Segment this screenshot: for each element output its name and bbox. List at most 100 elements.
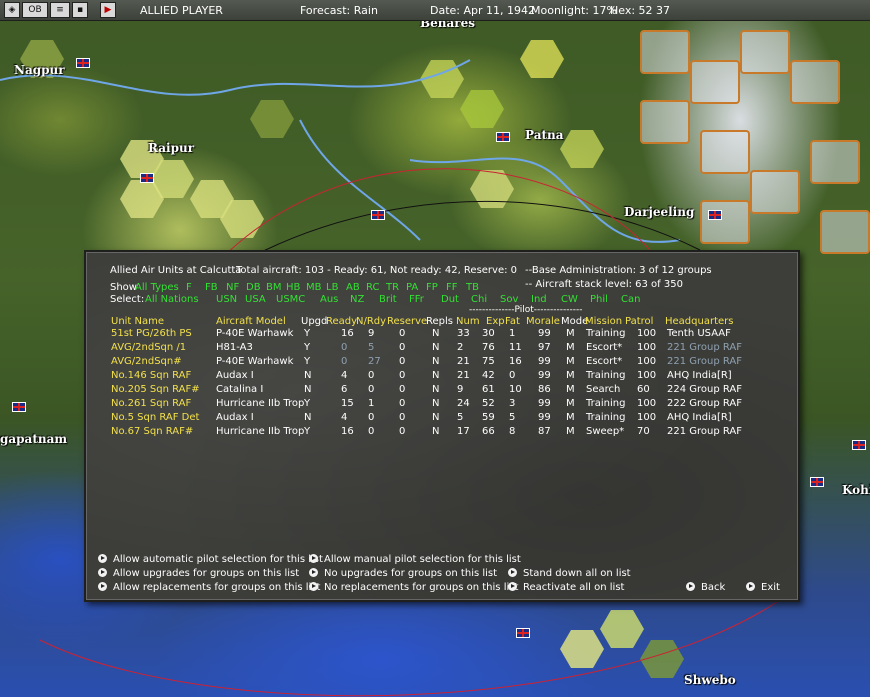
back-button[interactable]: Back [686,582,725,594]
table-row[interactable]: 51st PG/26th PS P-40E Warhawk Y 16 9 0 N 33 30 1 9… [86,328,798,342]
cell-exp: 75 [482,356,495,367]
allow-upgrades-button[interactable]: Allow upgrades for groups on this list [98,568,299,580]
cell-mission: Training [586,412,626,423]
cell-morale: 99 [538,370,551,381]
stand-down-button[interactable]: Stand down all on list [508,568,631,580]
cell-unit-name[interactable]: No.5 Sqn RAF Det [111,412,199,424]
col-ready[interactable]: Ready [326,316,357,328]
filter-type-f[interactable]: F [186,282,192,294]
col-fat[interactable]: Fat [505,316,520,328]
cell-upgd: Y [304,426,311,437]
filter-type-rc[interactable]: RC [366,282,379,294]
table-row[interactable]: AVG/2ndSqn# P-40E Warhawk Y 0 27 0 N 21 75 16 99 M E… [86,356,798,370]
city-label[interactable]: Kohi [842,483,870,497]
cell-reserve: 0 [399,412,406,423]
list-icon[interactable]: ≡ [50,2,70,18]
filter-type-ab[interactable]: AB [346,282,360,294]
col-aircraft-model[interactable]: Aircraft Model [216,316,286,328]
filter-nation-phil[interactable]: Phil [590,294,608,306]
cell-mission: Escort* [586,356,623,367]
city-label[interactable]: Patna [525,128,564,142]
table-row[interactable]: No.146 Sqn RAF Audax I N 4 0 0 N 21 42 0 99 M Traini… [86,370,798,384]
cell-mode: M [566,356,575,367]
filter-nation-dut[interactable]: Dut [441,294,459,306]
table-row[interactable]: AVG/2ndSqn /1 H81-A3 Y 0 5 0 N 2 76 11 97 M Escort* 1… [86,342,798,356]
cell-num: 21 [457,370,470,381]
cell-unit-name[interactable]: No.261 Sqn RAF [111,398,191,410]
allied-base-flag-icon[interactable] [496,132,510,142]
filter-nation-ffr[interactable]: FFr [409,294,424,306]
col-repls[interactable]: Repls [426,316,453,328]
filter-nation-usa[interactable]: USA [245,294,266,306]
cell-upgd: Y [304,398,311,409]
allied-base-flag-icon[interactable] [810,477,824,487]
col-headquarters[interactable]: Headquarters [665,316,733,328]
manual-pilot-selection-button[interactable]: Allow manual pilot selection for this li… [309,554,521,566]
filter-nation-usn[interactable]: USN [216,294,237,306]
filter-type-pa[interactable]: PA [406,282,418,294]
col-unit-name[interactable]: Unit Name [111,316,164,328]
filter-type-tr[interactable]: TR [386,282,399,294]
cell-unit-name[interactable]: No.67 Sqn RAF# [111,426,193,438]
filter-nation-nz[interactable]: NZ [350,294,364,306]
allied-base-flag-icon[interactable] [516,628,530,638]
cell-unit-name[interactable]: 51st PG/26th PS [111,328,192,340]
filter-type-bm[interactable]: BM [266,282,282,294]
table-row[interactable]: No.67 Sqn RAF# Hurricane IIb Trop Y 16 0 0 N 17… [86,426,798,440]
city-label[interactable]: Darjeeling [624,205,694,219]
cell-unit-name[interactable]: AVG/2ndSqn /1 [111,342,186,354]
filter-type-db[interactable]: DB [246,282,261,294]
filter-type-fp[interactable]: FP [426,282,438,294]
allied-base-flag-icon[interactable] [708,210,722,220]
allied-base-flag-icon[interactable] [140,173,154,183]
table-row[interactable]: No.5 Sqn RAF Det Audax I N 4 0 0 N 5 59 5 99 M Train… [86,412,798,426]
no-replacements-button[interactable]: No replacements for groups on this list [309,582,518,594]
col-mission[interactable]: Mission [585,316,622,328]
end-turn-icon[interactable]: ▶ [100,2,116,18]
filter-type-fb[interactable]: FB [205,282,218,294]
filter-type-nf[interactable]: NF [226,282,239,294]
moonlight-label: Moonlight: 17% [531,4,617,17]
allied-base-flag-icon[interactable] [371,210,385,220]
cell-aircraft-model: H81-A3 [216,342,253,353]
city-label[interactable]: gapatnam [0,432,67,446]
city-label[interactable]: Raipur [148,141,194,155]
filter-type-ff[interactable]: FF [446,282,458,294]
col-num[interactable]: Num [456,316,480,328]
city-label[interactable]: Shwebo [684,673,736,687]
col-upgd[interactable]: Upgd [301,316,327,328]
filter-nation-brit[interactable]: Brit [379,294,397,306]
cell-unit-name[interactable]: No.146 Sqn RAF [111,370,191,382]
reactivate-button[interactable]: Reactivate all on list [508,582,624,594]
col-patrol[interactable]: Patrol [625,316,653,328]
cell-mission: Sweep* [586,426,625,437]
filter-type-all[interactable]: All Types [135,282,179,294]
table-row[interactable]: No.205 Sqn RAF# Catalina I N 6 0 0 N 9 61 10 86 M Se… [86,384,798,398]
cell-unit-name[interactable]: AVG/2ndSqn# [111,356,182,368]
ob-button[interactable]: OB [22,2,48,18]
auto-pilot-selection-button[interactable]: Allow automatic pilot selection for this… [98,554,323,566]
col-exp[interactable]: Exp [486,316,505,328]
filter-nation-all[interactable]: All Nations [145,294,199,306]
allied-base-flag-icon[interactable] [852,440,866,450]
filter-nation-aus[interactable]: Aus [320,294,338,306]
allow-replacements-button[interactable]: Allow replacements for groups on this li… [98,582,320,594]
filter-nation-usmc[interactable]: USMC [276,294,305,306]
filter-type-tb[interactable]: TB [466,282,479,294]
exit-button[interactable]: Exit [746,582,780,594]
col-nrdy[interactable]: N/Rdy [356,316,386,328]
col-morale[interactable]: Morale [526,316,560,328]
city-label[interactable]: Nagpur [14,63,65,77]
map-view-icon[interactable]: ◈ [4,2,20,18]
no-upgrades-button[interactable]: No upgrades for groups on this list [309,568,497,580]
filter-type-hb[interactable]: HB [286,282,300,294]
cell-unit-name[interactable]: No.205 Sqn RAF# [111,384,200,396]
table-row[interactable]: No.261 Sqn RAF Hurricane IIb Trop Y 15 1 0 N 24… [86,398,798,412]
col-reserve[interactable]: Reserve [387,316,427,328]
filter-nation-can[interactable]: Can [621,294,640,306]
filter-type-lb[interactable]: LB [326,282,338,294]
filter-type-mb[interactable]: MB [306,282,322,294]
allied-base-flag-icon[interactable] [12,402,26,412]
allied-base-flag-icon[interactable] [76,58,90,68]
disk-icon[interactable]: ▪ [72,2,88,18]
